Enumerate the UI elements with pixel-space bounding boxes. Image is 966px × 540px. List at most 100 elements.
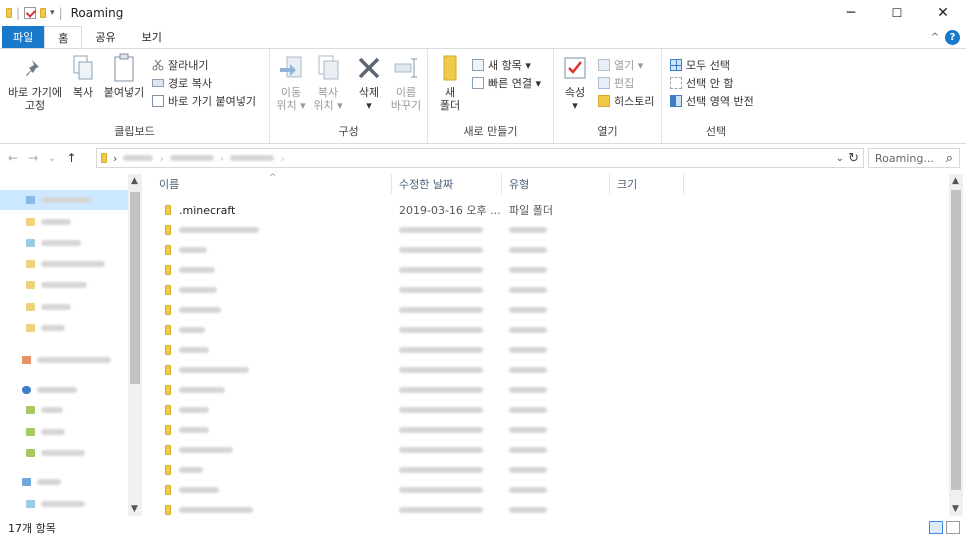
- copy-button[interactable]: 복사: [68, 53, 98, 99]
- rename-button[interactable]: 이름 바꾸기: [388, 53, 424, 112]
- select-none-button[interactable]: 선택 안 함: [670, 75, 733, 91]
- nav-item[interactable]: [0, 233, 128, 253]
- column-separator[interactable]: [683, 174, 684, 194]
- new-folder-button[interactable]: 새 폴더: [434, 53, 466, 112]
- breadcrumb-redacted[interactable]: [123, 155, 154, 161]
- easy-access-button[interactable]: 빠른 연결 ▾: [472, 75, 541, 91]
- table-row[interactable]: [157, 320, 937, 340]
- nav-item[interactable]: [0, 254, 128, 274]
- file-list-scrollbar-thumb[interactable]: [951, 190, 961, 490]
- nav-item[interactable]: [0, 422, 128, 442]
- column-header-date[interactable]: 수정한 날짜: [399, 174, 503, 194]
- table-row[interactable]: [157, 380, 937, 400]
- tab-home[interactable]: 홈: [44, 26, 83, 49]
- nav-scrollbar-thumb[interactable]: [130, 192, 140, 384]
- search-icon[interactable]: ⌕: [946, 151, 953, 166]
- move-to-label: 이동 위치 ▾: [276, 86, 306, 112]
- rename-label: 이름 바꾸기: [390, 86, 422, 112]
- column-separator[interactable]: [501, 174, 502, 194]
- column-header-name[interactable]: 이름: [159, 174, 395, 194]
- address-dropdown-icon[interactable]: ⌄: [836, 153, 844, 164]
- open-button[interactable]: 열기 ▾: [598, 57, 643, 73]
- nav-item[interactable]: [0, 380, 128, 400]
- table-row[interactable]: [157, 360, 937, 380]
- nav-item[interactable]: [0, 350, 128, 370]
- breadcrumb-separator[interactable]: ›: [113, 152, 117, 165]
- column-header-size[interactable]: 크기: [617, 174, 683, 194]
- file-name-redacted: [179, 267, 215, 273]
- table-row[interactable]: [157, 260, 937, 280]
- table-row[interactable]: [157, 480, 937, 500]
- close-button[interactable]: ✕: [920, 0, 966, 26]
- select-all-button[interactable]: 모두 선택: [670, 57, 730, 73]
- search-input[interactable]: Roaming...: [875, 152, 934, 165]
- cut-button[interactable]: 잘라내기: [152, 57, 208, 73]
- column-separator[interactable]: [391, 174, 392, 194]
- maximize-button[interactable]: ☐: [874, 0, 920, 26]
- new-item-button[interactable]: 새 항목 ▾: [472, 57, 531, 73]
- address-bar[interactable]: › › › › ⌄ ↻: [96, 148, 864, 168]
- invert-selection-button[interactable]: 선택 영역 반전: [670, 93, 754, 109]
- nav-item[interactable]: [0, 297, 128, 317]
- table-row[interactable]: [157, 420, 937, 440]
- new-folder-icon: [434, 53, 466, 83]
- breadcrumb-redacted[interactable]: [230, 155, 275, 161]
- pin-quick-access-button[interactable]: 바로 가기에 고정: [4, 53, 66, 112]
- recent-locations-button[interactable]: ⌄: [48, 153, 56, 164]
- move-to-button[interactable]: 이동 위치 ▾: [274, 53, 308, 112]
- details-view-button[interactable]: [929, 521, 943, 534]
- list-scroll-down-icon[interactable]: ▼: [952, 504, 959, 514]
- nav-item[interactable]: [0, 212, 128, 232]
- search-box[interactable]: Roaming... ⌕: [868, 148, 960, 168]
- properties-check-icon[interactable]: [24, 7, 37, 19]
- properties-button[interactable]: 속성 ▾: [560, 53, 590, 112]
- table-row[interactable]: [157, 460, 937, 480]
- file-type-redacted: [509, 387, 547, 393]
- table-row[interactable]: [157, 240, 937, 260]
- delete-button[interactable]: 삭제 ▾: [352, 53, 386, 112]
- forward-button[interactable]: →: [28, 151, 38, 165]
- folder-icon: [26, 239, 35, 247]
- tab-view[interactable]: 보기: [129, 26, 175, 48]
- edit-button[interactable]: 편집: [598, 75, 634, 91]
- list-scroll-up-icon[interactable]: ▲: [952, 176, 959, 186]
- nav-item[interactable]: [0, 275, 128, 295]
- nav-item[interactable]: [0, 472, 128, 492]
- table-row[interactable]: .minecraft 2019-03-16 오후 ... 파일 폴더: [157, 200, 937, 220]
- paste-button[interactable]: 붙여넣기: [101, 53, 147, 99]
- nav-item-quick-access[interactable]: [0, 190, 128, 210]
- nav-item[interactable]: [0, 494, 128, 514]
- nav-scroll-up-icon[interactable]: ▲: [131, 176, 138, 186]
- ribbon-collapse-icon[interactable]: ^: [931, 32, 939, 43]
- large-icons-view-button[interactable]: [946, 521, 960, 534]
- paste-shortcut-button[interactable]: 바로 가기 붙여넣기: [152, 93, 256, 109]
- help-icon[interactable]: ?: [945, 30, 960, 45]
- table-row[interactable]: [157, 440, 937, 460]
- select-none-label: 선택 안 함: [686, 77, 734, 90]
- column-separator[interactable]: [609, 174, 610, 194]
- column-header-type[interactable]: 유형: [509, 174, 609, 194]
- table-row[interactable]: [157, 300, 937, 320]
- table-row[interactable]: [157, 400, 937, 420]
- nav-scroll-down-icon[interactable]: ▼: [131, 504, 138, 514]
- copy-path-button[interactable]: 경로 복사: [152, 75, 212, 91]
- nav-item[interactable]: [0, 443, 128, 463]
- tab-share[interactable]: 공유: [82, 26, 128, 48]
- tab-file[interactable]: 파일: [2, 26, 45, 48]
- table-row[interactable]: [157, 340, 937, 360]
- copy-to-button[interactable]: 복사 위치 ▾: [310, 53, 346, 112]
- table-row[interactable]: [157, 280, 937, 300]
- up-button[interactable]: ↑: [67, 151, 77, 165]
- history-button[interactable]: 히스토리: [598, 93, 654, 109]
- nav-item[interactable]: [0, 400, 128, 420]
- breadcrumb-redacted[interactable]: [169, 155, 214, 161]
- new-folder-qa-icon[interactable]: [40, 8, 47, 18]
- table-row[interactable]: [157, 220, 937, 240]
- refresh-icon[interactable]: ↻: [848, 151, 859, 166]
- back-button[interactable]: ←: [8, 151, 18, 165]
- minimize-button[interactable]: ─: [828, 0, 874, 26]
- folder-icon: [165, 365, 171, 375]
- folder-icon: [165, 385, 171, 395]
- nav-item[interactable]: [0, 318, 128, 338]
- customize-qa-dropdown-icon[interactable]: ▾: [50, 8, 55, 18]
